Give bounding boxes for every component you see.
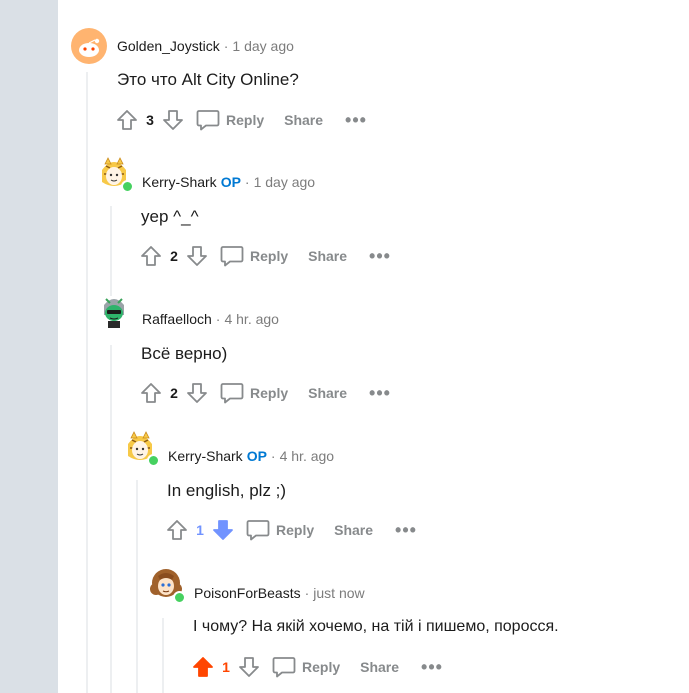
author-name[interactable]: Kerry-Shark	[142, 174, 217, 190]
reply-label: Reply	[302, 659, 341, 675]
comment-bubble-icon	[220, 246, 244, 267]
timestamp[interactable]: 1 day ago	[254, 174, 316, 190]
downvote-icon	[239, 657, 259, 677]
comment-body: Всё верно)	[141, 344, 228, 363]
more-options-button[interactable]: •••	[369, 247, 391, 265]
avatar[interactable]	[148, 567, 186, 604]
thread-line[interactable]	[162, 618, 164, 693]
comment-bubble-icon	[272, 657, 296, 678]
upvote-button[interactable]	[138, 243, 164, 269]
comment-body: In english, plz ;)	[167, 481, 287, 500]
comment-meta: Raffaelloch · 4 hr. ago	[142, 311, 279, 327]
vote-score: 1	[196, 522, 204, 538]
comment-meta: Kerry-Shark OP · 4 hr. ago	[168, 448, 334, 464]
separator: ·	[244, 174, 250, 190]
separator: ·	[270, 448, 276, 464]
reply-button[interactable]: Reply	[246, 519, 314, 541]
share-button[interactable]: Share	[284, 112, 323, 128]
separator: ·	[223, 38, 229, 54]
downvote-button[interactable]	[184, 243, 210, 269]
comment-actions: 2 Reply Share •••	[138, 379, 391, 407]
downvote-icon	[187, 246, 207, 266]
reply-button[interactable]: Reply	[220, 382, 288, 404]
online-status-icon	[121, 180, 134, 193]
downvote-icon	[163, 110, 183, 130]
comment-meta: Kerry-Shark OP · 1 day ago	[142, 174, 315, 190]
comment-thread: Golden_Joystick · 1 day ago Это что Alt Ci…	[58, 0, 689, 693]
separator: ·	[215, 311, 221, 327]
online-status-icon	[147, 454, 160, 467]
op-badge: OP	[246, 448, 267, 464]
more-options-button[interactable]: •••	[421, 658, 443, 676]
comment-actions: 3 Reply Share •••	[114, 106, 367, 134]
reply-label: Reply	[250, 248, 289, 264]
comment-body: yep ^_^	[141, 207, 199, 226]
online-status-icon	[173, 591, 186, 604]
more-options-button[interactable]: •••	[395, 521, 417, 539]
reply-label: Reply	[276, 522, 315, 538]
share-button[interactable]: Share	[334, 522, 373, 538]
upvote-filled-icon	[193, 657, 213, 677]
thread-line[interactable]	[110, 345, 112, 693]
vote-score: 3	[146, 112, 154, 128]
upvote-icon	[141, 246, 161, 266]
comment-body: І чому? На якій хочемо, на тій і пишемо,…	[193, 618, 559, 635]
reply-button[interactable]: Reply	[220, 245, 288, 267]
author-name[interactable]: Raffaelloch	[142, 311, 212, 327]
author-name[interactable]: Golden_Joystick	[117, 38, 220, 54]
thread-line[interactable]	[86, 72, 88, 693]
avatar[interactable]	[122, 430, 160, 467]
upvote-icon	[141, 383, 161, 403]
upvote-icon	[117, 110, 137, 130]
downvote-filled-icon	[213, 520, 233, 540]
comment-bubble-icon	[220, 383, 244, 404]
comment-actions: 1 Reply Share •••	[164, 516, 417, 544]
downvote-button[interactable]	[184, 380, 210, 406]
page-gutter	[0, 0, 58, 693]
comment-meta: PoisonForBeasts · just now	[194, 585, 365, 601]
upvote-button[interactable]	[164, 517, 190, 543]
avatar[interactable]	[71, 28, 107, 64]
comment-bubble-icon	[196, 110, 220, 131]
reply-label: Reply	[250, 385, 289, 401]
author-name[interactable]: Kerry-Shark	[168, 448, 243, 464]
downvote-icon	[187, 383, 207, 403]
thread-line[interactable]	[110, 206, 112, 296]
upvote-icon	[167, 520, 187, 540]
downvote-button[interactable]	[160, 107, 186, 133]
more-options-button[interactable]: •••	[345, 111, 367, 129]
comment-bubble-icon	[246, 520, 270, 541]
avatar[interactable]	[96, 293, 132, 329]
comment-actions: 1 Reply Share •••	[190, 653, 443, 681]
comment-meta: Golden_Joystick · 1 day ago	[117, 38, 294, 54]
reply-label: Reply	[226, 112, 265, 128]
author-name[interactable]: PoisonForBeasts	[194, 585, 301, 601]
share-button[interactable]: Share	[360, 659, 399, 675]
reply-button[interactable]: Reply	[196, 109, 264, 131]
upvote-button[interactable]	[114, 107, 140, 133]
share-button[interactable]: Share	[308, 248, 347, 264]
timestamp[interactable]: 1 day ago	[232, 38, 294, 54]
op-badge: OP	[220, 174, 241, 190]
timestamp[interactable]: just now	[313, 585, 364, 601]
more-options-button[interactable]: •••	[369, 384, 391, 402]
comment-actions: 2 Reply Share •••	[138, 242, 391, 270]
vote-score: 1	[222, 659, 230, 675]
downvote-button[interactable]	[210, 517, 236, 543]
upvote-button[interactable]	[190, 654, 216, 680]
thread-line[interactable]	[136, 480, 138, 693]
vote-score: 2	[170, 385, 178, 401]
comment-body: Это что Alt City Online?	[117, 70, 299, 89]
share-button[interactable]: Share	[308, 385, 347, 401]
separator: ·	[304, 585, 310, 601]
timestamp[interactable]: 4 hr. ago	[224, 311, 279, 327]
downvote-button[interactable]	[236, 654, 262, 680]
timestamp[interactable]: 4 hr. ago	[280, 448, 335, 464]
vote-score: 2	[170, 248, 178, 264]
avatar[interactable]	[96, 156, 134, 193]
reply-button[interactable]: Reply	[272, 656, 340, 678]
upvote-button[interactable]	[138, 380, 164, 406]
